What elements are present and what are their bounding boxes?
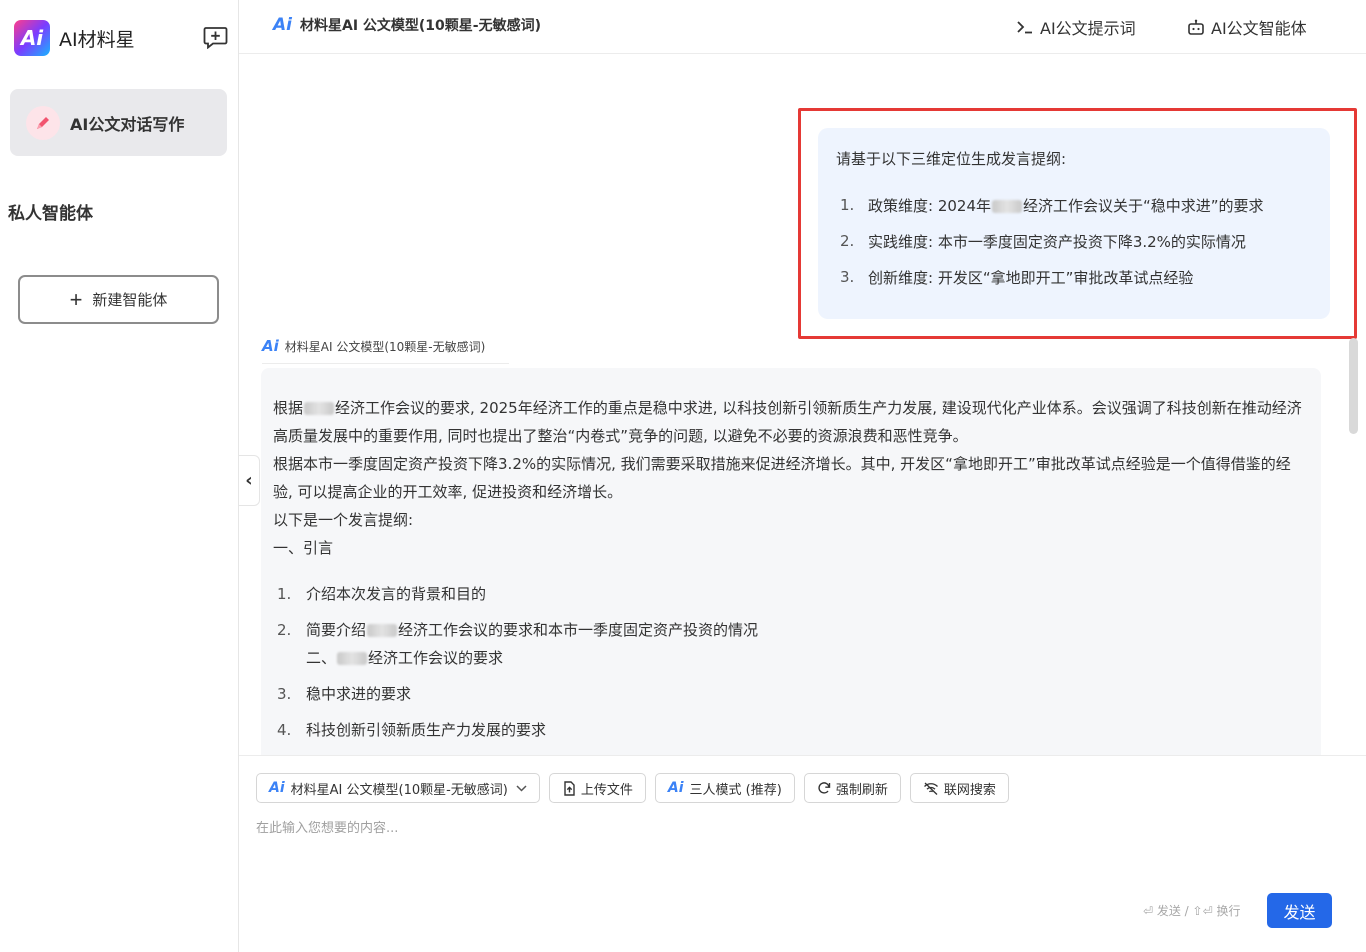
user-message: 请基于以下三维定位生成发言提纲: 1. 政策维度: 2024年 经济工作会议关于“…	[818, 128, 1330, 319]
collapse-sidebar-button[interactable]: ‹	[239, 455, 260, 506]
list-text: 简要介绍 经济工作会议的要求和本市一季度固定资产投资的情况 二、 经济工作会议的要求	[306, 621, 759, 667]
model-select-value: 材料星AI 公文模型(10颗星-无敏感词)	[290, 782, 508, 798]
bot-model-name: 材料星AI 公文模型(10颗星-无敏感词)	[284, 339, 486, 354]
send-shortcut-hint: ⏎ 发送 / ⇧⏎ 换行	[1143, 904, 1241, 918]
force-refresh-button[interactable]: 强制刷新	[803, 773, 901, 803]
upload-label: 上传文件	[580, 782, 633, 798]
prompts-link[interactable]: AI公文提示词	[1016, 15, 1136, 39]
list-text: 创新维度: 开发区“拿地即开工”审批改革试点经验	[868, 268, 1194, 287]
list-number: 2.	[277, 621, 292, 639]
list-item: 3. 创新维度: 开发区“拿地即开工”审批改革试点经验	[836, 259, 1312, 295]
list-item: 1. 政策维度: 2024年 经济工作会议关于“稳中求进”的要求	[836, 187, 1312, 223]
sidebar-item-ai-writing[interactable]: AI公文对话写作	[10, 89, 227, 156]
bot-paragraph: 以下是一个发言提纲:	[273, 511, 414, 529]
list-text: 实践维度: 本市一季度固定资产投资下降3.2%的实际情况	[868, 232, 1246, 251]
list-number: 1.	[840, 196, 855, 214]
wifi-off-icon	[923, 782, 939, 795]
agents-link[interactable]: AI公文智能体	[1187, 15, 1307, 39]
model-name: 材料星AI 公文模型(10颗星-无敏感词)	[299, 18, 541, 34]
mode-label: 三人模式 (推荐)	[689, 782, 782, 798]
brand[interactable]: Ai AI材料星	[14, 20, 135, 56]
refresh-icon	[817, 781, 831, 795]
list-item: 3. 稳中求进的要求	[273, 680, 1309, 708]
logo: Ai	[14, 20, 50, 56]
three-person-mode-button[interactable]: Ai 三人模式 (推荐)	[654, 773, 795, 803]
list-text: 政策维度: 2024年 经济工作会议关于“稳中求进”的要求	[868, 196, 1264, 215]
sidebar-item-label: AI公文对话写作	[70, 114, 185, 134]
upload-file-button[interactable]: 上传文件	[548, 773, 646, 803]
bot-message: 根据 经济工作会议的要求, 2025年经济工作的重点是稳中求进, 以科技创新引领新…	[261, 368, 1321, 755]
agents-label: AI公文智能体	[1211, 19, 1307, 38]
bot-message-header: Ai 材料星AI 公文模型(10颗星-无敏感词)	[262, 337, 509, 364]
user-message-intro: 请基于以下三维定位生成发言提纲:	[836, 150, 1067, 168]
chevron-left-icon: ‹	[245, 470, 253, 491]
header: Ai 材料星AI 公文模型(10颗星-无敏感词) AI公文提示词 AI公文智能体	[239, 0, 1366, 54]
terminal-icon	[1016, 19, 1034, 35]
ai-logo-icon: Ai	[273, 15, 292, 35]
user-message-list: 1. 政策维度: 2024年 经济工作会议关于“稳中求进”的要求 2. 实践维度:…	[836, 187, 1312, 295]
web-search-label: 联网搜索	[943, 782, 996, 798]
list-item: 4. 科技创新引领新质生产力发展的要求	[273, 716, 1309, 744]
list-item: 1. 介绍本次发言的背景和目的	[273, 580, 1309, 608]
chevron-down-icon	[516, 784, 527, 792]
ai-logo-icon: Ai	[269, 780, 285, 796]
list-item: 2. 实践维度: 本市一季度固定资产投资下降3.2%的实际情况	[836, 223, 1312, 259]
list-text: 介绍本次发言的背景和目的	[306, 585, 487, 603]
private-agents-title: 私人智能体	[8, 204, 93, 224]
ai-logo-icon: Ai	[262, 337, 279, 355]
refresh-label: 强制刷新	[835, 782, 888, 798]
bot-outline-list: 1. 介绍本次发言的背景和目的 2. 简要介绍 经济工作会议的要求和本市一季度固定…	[273, 580, 1309, 744]
list-text: 科技创新引领新质生产力发展的要求	[306, 721, 547, 739]
list-number: 3.	[277, 685, 292, 703]
header-model-title: Ai 材料星AI 公文模型(10颗星-无敏感词)	[273, 15, 541, 35]
new-agent-label: 新建智能体	[92, 292, 168, 309]
ai-logo-icon: Ai	[667, 780, 684, 796]
plus-icon: +	[69, 286, 83, 312]
composer: Ai 材料星AI 公文模型(10颗星-无敏感词) 上传文件 Ai 三人模式 (推…	[239, 755, 1366, 952]
chat-area: 请基于以下三维定位生成发言提纲: 1. 政策维度: 2024年 经济工作会议关于“…	[239, 55, 1366, 755]
list-number: 3.	[840, 268, 855, 286]
list-item: 2. 简要介绍 经济工作会议的要求和本市一季度固定资产投资的情况 二、 经济工作会议…	[273, 616, 1309, 672]
web-search-button[interactable]: 联网搜索	[909, 773, 1009, 803]
bot-paragraph: 根据本市一季度固定资产投资下降3.2%的实际情况, 我们需要采取措施来促进经济增…	[273, 455, 1291, 501]
new-agent-button[interactable]: + 新建智能体	[18, 275, 219, 324]
redacted-text	[367, 624, 398, 637]
list-number: 2.	[840, 232, 855, 250]
pen-icon	[26, 105, 60, 140]
redacted-text	[337, 652, 368, 665]
brand-name: AI材料星	[59, 28, 135, 51]
message-input[interactable]	[256, 817, 1346, 897]
prompts-label: AI公文提示词	[1040, 19, 1136, 38]
upload-icon	[562, 780, 576, 796]
model-select[interactable]: Ai 材料星AI 公文模型(10颗星-无敏感词)	[256, 773, 540, 803]
scrollbar-thumb[interactable]	[1349, 338, 1358, 434]
new-chat-icon[interactable]	[203, 26, 228, 49]
list-number: 1.	[277, 585, 292, 603]
composer-toolbar: Ai 材料星AI 公文模型(10颗星-无敏感词) 上传文件 Ai 三人模式 (推…	[256, 773, 1018, 803]
bot-paragraph: 根据 经济工作会议的要求, 2025年经济工作的重点是稳中求进, 以科技创新引领新…	[273, 399, 1302, 445]
redacted-text	[992, 199, 1022, 213]
robot-icon	[1187, 19, 1205, 36]
list-number: 4.	[277, 721, 292, 739]
list-text: 稳中求进的要求	[306, 685, 412, 703]
send-button[interactable]: 发送	[1267, 893, 1332, 928]
sidebar: Ai AI材料星 AI公文对话写作 私人智能体 + 新建智能体	[0, 0, 239, 952]
bot-paragraph: 一、引言	[273, 539, 334, 557]
app-window: Ai AI材料星 AI公文对话写作 私人智能体 + 新建智能体 Ai 材料星AI…	[0, 0, 1366, 952]
redacted-text	[304, 402, 335, 415]
